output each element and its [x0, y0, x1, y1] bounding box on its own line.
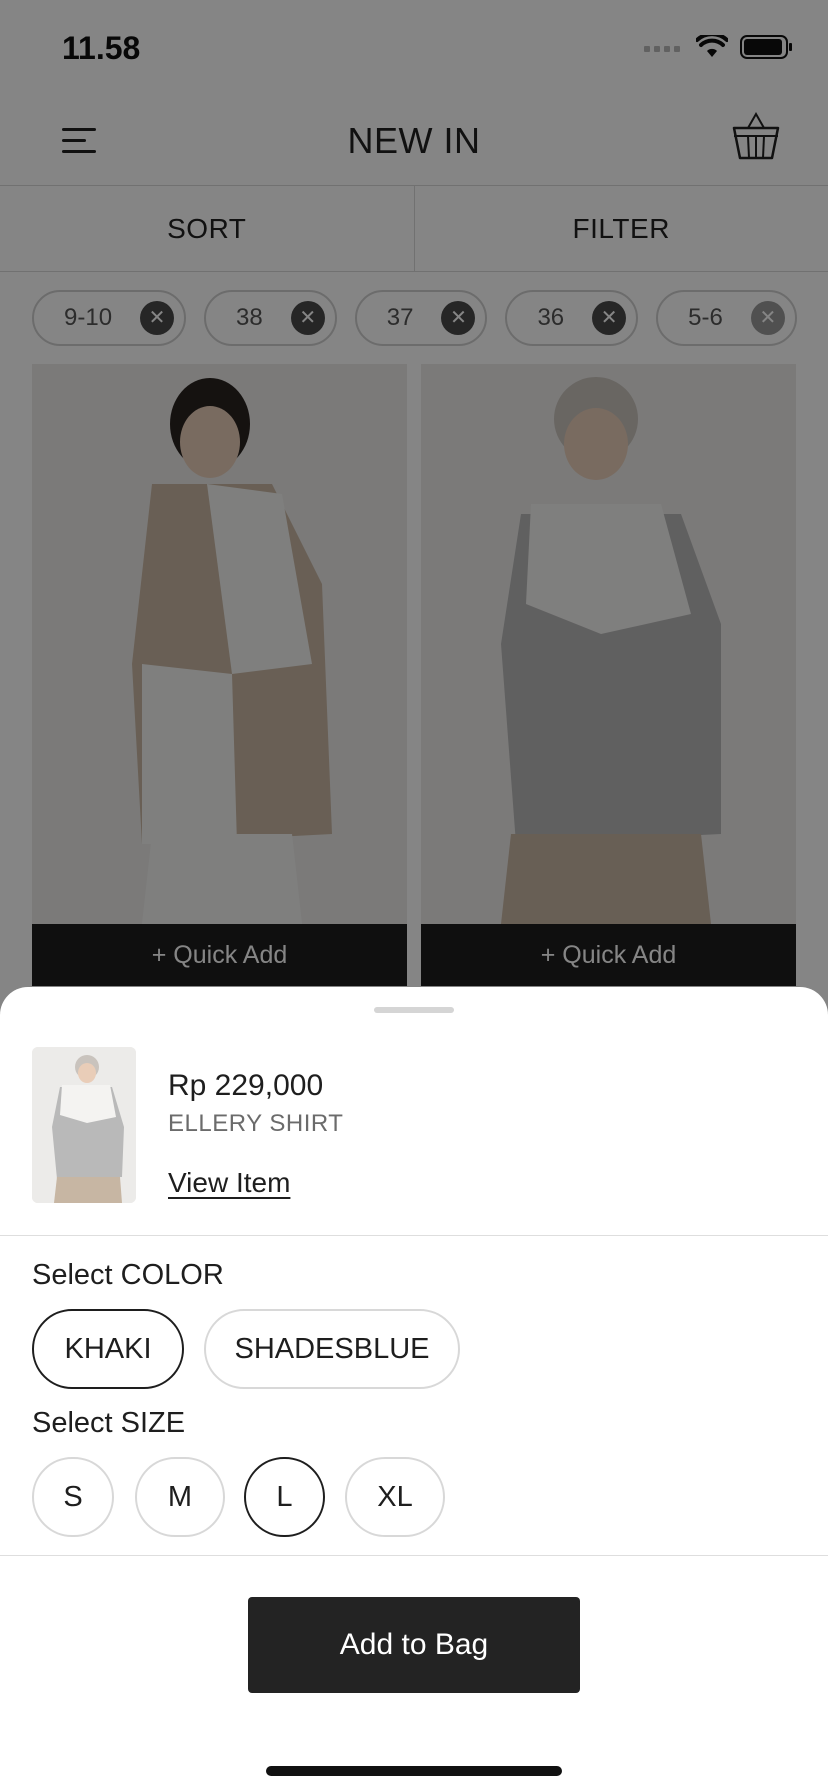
select-color-label: Select COLOR: [32, 1259, 224, 1291]
quick-add-sheet: Rp 229,000 ELLERY SHIRT View Item Select…: [0, 987, 828, 1792]
size-option-s[interactable]: S: [32, 1457, 114, 1537]
color-option-shadesblue[interactable]: SHADESBLUE: [204, 1309, 460, 1389]
sheet-grabber[interactable]: [374, 1007, 454, 1013]
product-thumbnail: [32, 1047, 136, 1203]
size-option-xl[interactable]: XL: [345, 1457, 445, 1537]
add-to-bag-button[interactable]: Add to Bag: [248, 1597, 580, 1693]
color-option-khaki[interactable]: KHAKI: [32, 1309, 184, 1389]
view-item-link[interactable]: View Item: [168, 1167, 290, 1199]
product-price: Rp 229,000: [168, 1069, 324, 1102]
select-size-label: Select SIZE: [32, 1407, 186, 1439]
size-option-m[interactable]: M: [135, 1457, 225, 1537]
size-option-l[interactable]: L: [244, 1457, 325, 1537]
product-name: ELLERY SHIRT: [168, 1110, 344, 1137]
home-indicator: [266, 1766, 562, 1776]
divider: [0, 1555, 828, 1556]
divider: [0, 1235, 828, 1236]
